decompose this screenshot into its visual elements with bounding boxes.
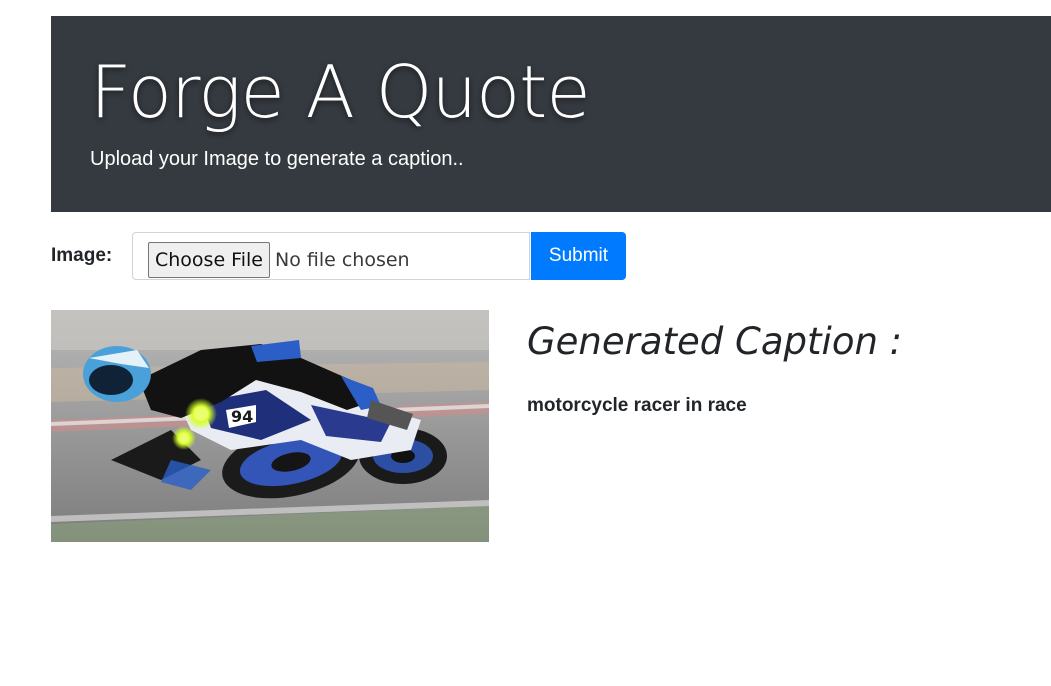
generated-caption-heading: Generated Caption : (527, 320, 903, 363)
file-input[interactable]: Choose File No file chosen (132, 232, 530, 280)
motorcycle-photo: 94 (51, 310, 489, 542)
uploaded-image: 94 (51, 310, 489, 542)
svg-text:94: 94 (231, 407, 253, 426)
header-banner: Forge A Quote Upload your Image to gener… (51, 16, 1051, 212)
generated-caption-text: motorcycle racer in race (527, 395, 747, 416)
upload-form: Image: Choose File No file chosen Submit (51, 232, 651, 280)
page: Forge A Quote Upload your Image to gener… (0, 0, 1051, 686)
image-field-label: Image: (51, 245, 113, 266)
page-title: Forge A Quote (90, 50, 591, 134)
submit-button[interactable]: Submit (531, 232, 626, 280)
file-status-text: No file chosen (275, 249, 410, 271)
page-subtitle: Upload your Image to generate a caption.… (90, 148, 464, 170)
choose-file-button[interactable]: Choose File (148, 242, 270, 278)
